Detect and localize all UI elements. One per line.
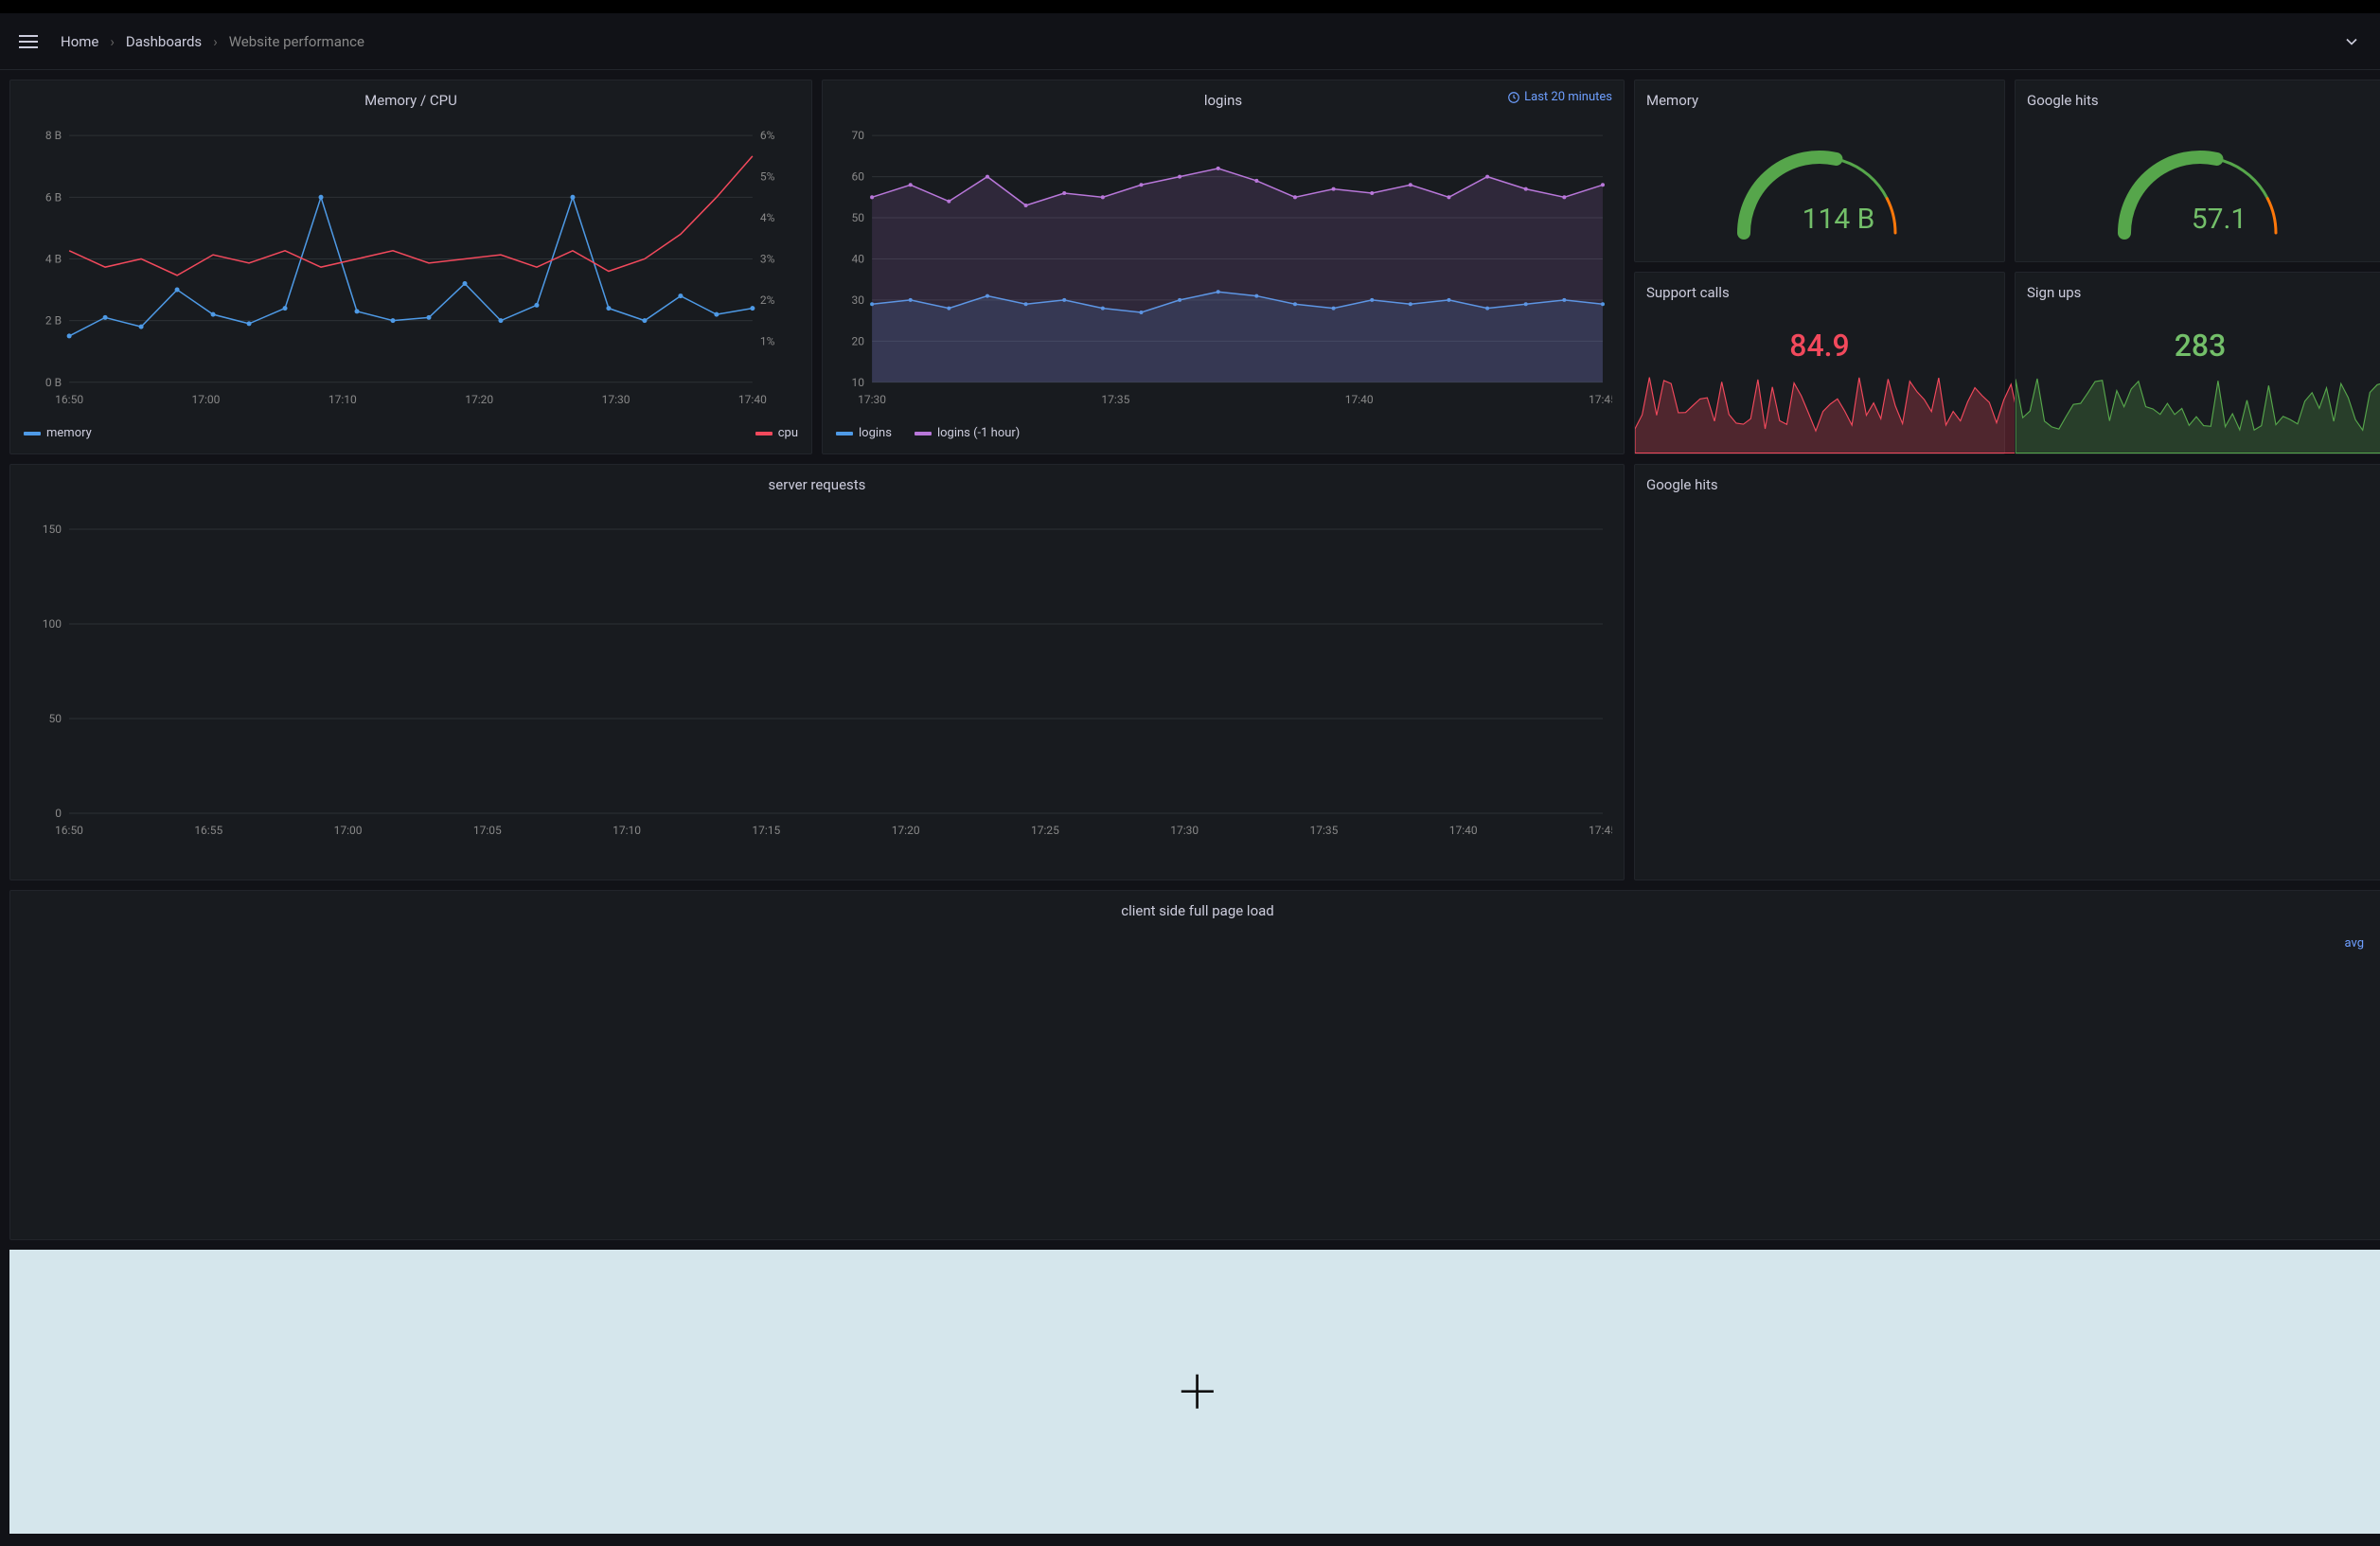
panel-title: Memory xyxy=(1646,88,1993,116)
panel-title: Google hits xyxy=(2027,88,2373,116)
legend-logins-prev[interactable]: logins (-1 hour) xyxy=(915,426,1020,440)
panel-title: Google hits xyxy=(1646,472,2373,501)
add-panel-button[interactable]: + xyxy=(9,1250,2380,1534)
clock-icon xyxy=(1507,91,1520,104)
svg-text:17:40: 17:40 xyxy=(1449,824,1478,837)
svg-text:150: 150 xyxy=(43,523,62,536)
svg-text:17:00: 17:00 xyxy=(334,824,363,837)
breadcrumb-current: Website performance xyxy=(229,33,364,50)
panel-support-calls[interactable]: Support calls 84.9 xyxy=(1634,272,2005,454)
panel-title: Support calls xyxy=(1646,280,1993,309)
svg-text:60: 60 xyxy=(852,170,865,184)
panel-time-range[interactable]: Last 20 minutes xyxy=(1507,90,1612,104)
menu-icon[interactable] xyxy=(19,30,42,53)
legend-cpu[interactable]: cpu xyxy=(755,426,798,440)
stat-value: 84.9 xyxy=(1646,328,1993,364)
svg-text:50: 50 xyxy=(852,211,865,224)
pageload-legend: avg xyxy=(2165,927,2373,1232)
svg-text:4%: 4% xyxy=(760,211,775,224)
svg-text:4 B: 4 B xyxy=(45,252,62,265)
svg-text:17:30: 17:30 xyxy=(1170,824,1199,837)
panel-title: logins xyxy=(834,88,1612,116)
svg-text:1%: 1% xyxy=(760,334,775,347)
svg-text:16:55: 16:55 xyxy=(194,824,222,837)
svg-text:2 B: 2 B xyxy=(45,314,62,328)
svg-text:17:40: 17:40 xyxy=(738,393,767,406)
svg-text:17:10: 17:10 xyxy=(329,393,357,406)
svg-text:0 B: 0 B xyxy=(45,376,62,389)
panel-page-load[interactable]: client side full page load avg xyxy=(9,890,2380,1240)
panel-title: server requests xyxy=(22,472,1612,501)
stat-value: 283 xyxy=(2027,328,2373,364)
svg-text:50: 50 xyxy=(49,712,62,725)
svg-text:17:15: 17:15 xyxy=(752,824,780,837)
panel-title: Memory / CPU xyxy=(22,88,800,116)
svg-text:0: 0 xyxy=(55,807,62,820)
panel-memory-gauge[interactable]: Memory 114 B xyxy=(1634,80,2005,262)
svg-text:8 B: 8 B xyxy=(45,129,62,142)
panel-server-requests[interactable]: server requests 0 50 100 150 16:50 16:55 17:00… xyxy=(9,464,1625,880)
breadcrumb-dashboards[interactable]: Dashboards xyxy=(126,33,202,50)
svg-text:2%: 2% xyxy=(760,293,775,307)
panel-googlehits-gauge[interactable]: Google hits 57.1 xyxy=(2015,80,2380,262)
panel-title: Sign ups xyxy=(2027,280,2373,309)
svg-text:17:45: 17:45 xyxy=(1589,824,1612,837)
svg-text:57.1: 57.1 xyxy=(2192,203,2247,236)
svg-text:16:50: 16:50 xyxy=(55,824,83,837)
breadcrumb: Home › Dashboards › Website performance xyxy=(61,33,364,50)
panel-logins[interactable]: logins Last 20 minutes 10 20 30 40 50 60 70 17:… xyxy=(822,80,1625,454)
svg-text:17:40: 17:40 xyxy=(1345,393,1374,406)
navbar: Home › Dashboards › Website performance xyxy=(0,13,2380,70)
svg-text:30: 30 xyxy=(852,293,865,307)
svg-text:5%: 5% xyxy=(760,170,775,184)
panel-signups[interactable]: Sign ups 283 xyxy=(2015,272,2380,454)
svg-text:17:30: 17:30 xyxy=(858,393,886,406)
svg-text:17:45: 17:45 xyxy=(1589,393,1612,406)
svg-text:17:00: 17:00 xyxy=(192,393,221,406)
svg-text:16:50: 16:50 xyxy=(55,393,83,406)
svg-text:17:30: 17:30 xyxy=(602,393,631,406)
panel-title: client side full page load xyxy=(22,898,2373,927)
breadcrumb-home[interactable]: Home xyxy=(61,33,98,50)
svg-text:70: 70 xyxy=(852,129,865,142)
panel-google-hits-bars[interactable]: Google hits xyxy=(1634,464,2380,880)
svg-text:6%: 6% xyxy=(760,129,775,142)
svg-text:20: 20 xyxy=(852,334,865,347)
svg-text:17:35: 17:35 xyxy=(1101,393,1129,406)
panel-memory-cpu[interactable]: Memory / CPU 0 B 2 B 4 B 6 B 8 B 1% 2% 3% 4% 5% 6%… xyxy=(9,80,812,454)
svg-text:17:20: 17:20 xyxy=(892,824,920,837)
svg-text:6 B: 6 B xyxy=(45,190,62,204)
svg-text:17:25: 17:25 xyxy=(1031,824,1059,837)
svg-text:3%: 3% xyxy=(760,252,775,265)
legend-header: avg xyxy=(2184,936,2373,951)
chevron-down-icon[interactable] xyxy=(2342,32,2361,51)
window-titlebar xyxy=(0,0,2380,13)
svg-text:17:20: 17:20 xyxy=(465,393,493,406)
svg-text:10: 10 xyxy=(852,376,865,389)
svg-text:114 B: 114 B xyxy=(1803,203,1875,236)
plus-icon: + xyxy=(1179,1353,1216,1430)
legend-memory[interactable]: memory xyxy=(24,426,92,440)
svg-text:100: 100 xyxy=(43,617,62,631)
svg-text:17:35: 17:35 xyxy=(1310,824,1339,837)
svg-text:17:05: 17:05 xyxy=(473,824,502,837)
stat-grid: Memory 114 B Google hits 57.1 Support ca… xyxy=(1634,80,2380,454)
svg-text:17:10: 17:10 xyxy=(613,824,641,837)
legend-logins[interactable]: logins xyxy=(836,426,892,440)
svg-text:40: 40 xyxy=(852,252,865,265)
